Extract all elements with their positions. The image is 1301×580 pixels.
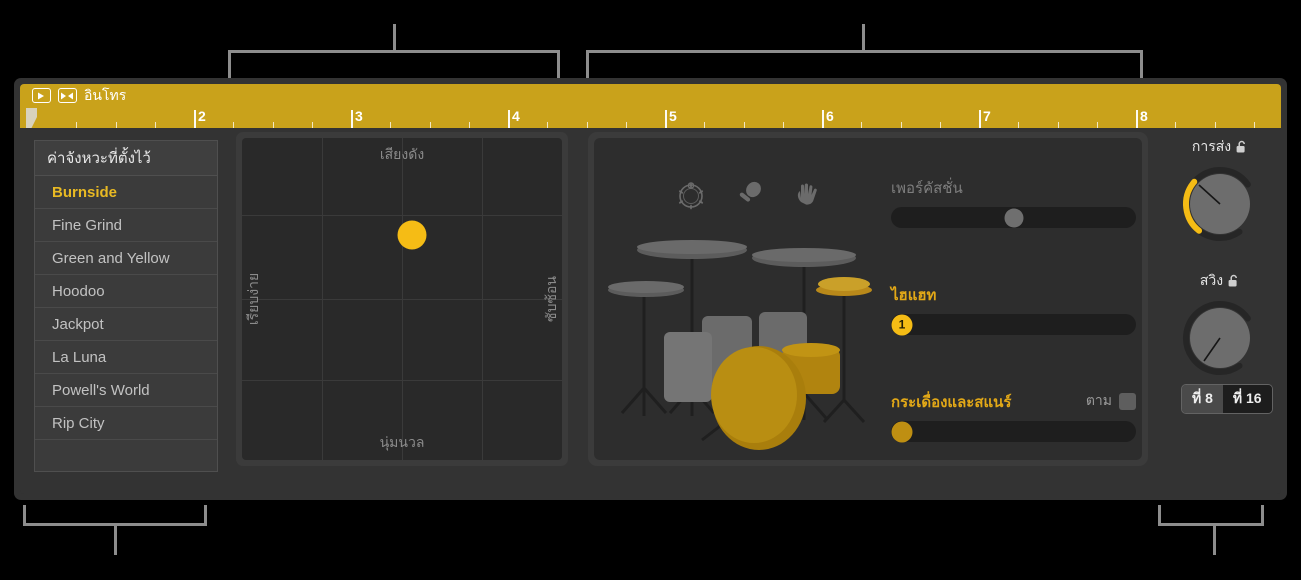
note-division-segmented-control: ที่ 8 ที่ 16 [1181, 384, 1273, 414]
ruler-tick-major [508, 110, 510, 128]
ruler-bar-number: 7 [983, 108, 991, 124]
ruler-bar-number: 4 [512, 108, 520, 124]
callout-stem-top-left [393, 24, 396, 52]
ruler-bar-number: 8 [1140, 108, 1148, 124]
preset-list-panel: ค่าจังหวะที่ตั้งไว้ Burnside Fine Grind Gr… [34, 140, 218, 472]
xy-label-right: ซับซ้อน [543, 276, 559, 322]
follow-label: ตาม [1085, 392, 1112, 408]
preset-item[interactable]: Rip City [35, 407, 217, 440]
preset-list-header: ค่าจังหวะที่ตั้งไว้ [35, 141, 217, 176]
slider-thumb-kick-snare[interactable] [891, 421, 913, 442]
callout-bar-bottom-right [1158, 523, 1264, 526]
follow-toggle-group: ตาม [1086, 390, 1136, 412]
unlock-icon[interactable] [1236, 140, 1248, 154]
xy-pad-grid[interactable]: เสียงดัง นุ่มนวล เรียบง่าย ซับซ้อน [242, 138, 562, 460]
ruler-tick-major [351, 110, 353, 128]
ruler-bar-number: 2 [198, 108, 206, 124]
xy-gridline-h [242, 379, 562, 381]
timeline-ruler[interactable]: 2 3 4 5 6 7 8 [20, 108, 1281, 128]
region-title: อินโทร [84, 87, 127, 103]
unlock-icon[interactable] [1228, 274, 1240, 288]
callout-tick-bottom-left-b [204, 505, 207, 524]
knob-label-send-text: การส่ง [1191, 138, 1232, 154]
callout-tick-top-right-a [586, 50, 589, 78]
xy-pad-puck[interactable] [397, 220, 427, 250]
xy-gridline-h [242, 299, 562, 300]
knob-swing[interactable] [1168, 299, 1272, 377]
knob-group-send: การส่ง [1168, 136, 1272, 243]
xy-pad-panel[interactable]: เสียงดัง นุ่มนวล เรียบง่าย ซับซ้อน [236, 132, 568, 466]
preset-item[interactable]: Hoodoo [35, 275, 217, 308]
callout-bar-top-right [586, 50, 1143, 53]
slider-hihat[interactable]: 1 [891, 314, 1136, 335]
region-header-top: อินโทร [20, 84, 1281, 108]
ruler-bar-number: 3 [355, 108, 363, 124]
xy-label-top: เสียงดัง [379, 146, 425, 162]
play-icon[interactable] [32, 88, 51, 103]
ruler-tick-major [822, 110, 824, 128]
control-hihat: ไฮแฮท 1 [891, 283, 1136, 335]
knob-panel: การส่ง สวิง ที่ 8 ที่ 16 [1168, 132, 1273, 466]
slider-kick-snare[interactable] [891, 421, 1136, 442]
segment-option[interactable]: ที่ 16 [1222, 385, 1272, 413]
drum-kit-inner: เพอร์คัสชั่น ไฮแฮท 1 กระเดื่องและสแนร์ ต… [594, 138, 1142, 460]
preset-item[interactable]: La Luna [35, 341, 217, 374]
region-marker-icon[interactable] [58, 88, 77, 103]
callout-tick-top-left-b [557, 50, 560, 78]
plugin-body: ค่าจังหวะที่ตั้งไว้ Burnside Fine Grind Gr… [20, 128, 1281, 494]
screenshot-root: อินโทร 2 3 4 5 6 7 8 ค่าจังหวะที่ตั้งไว้ Burns… [0, 0, 1301, 580]
tambourine-icon[interactable] [676, 180, 706, 215]
drum-kit-illustration[interactable] [604, 228, 884, 460]
ruler-bar-number: 5 [669, 108, 677, 124]
callout-tick-top-left-a [228, 50, 231, 78]
preset-item[interactable]: Jackpot [35, 308, 217, 341]
knob-send[interactable] [1168, 165, 1272, 243]
callout-bar-top-left [228, 50, 560, 53]
knob-label-send: การส่ง [1168, 136, 1272, 158]
ruler-tick-major [194, 110, 196, 128]
percussion-icon-row [676, 180, 822, 215]
knob-label-swing: สวิง [1168, 270, 1272, 292]
callout-stem-bottom-left [114, 523, 117, 555]
control-percussion: เพอร์คัสชั่น [891, 176, 1136, 228]
callout-tick-bottom-right-b [1261, 505, 1264, 524]
control-label-hihat: ไฮแฮท [891, 287, 937, 304]
ruler-tick-major [665, 110, 667, 128]
control-kick-snare: กระเดื่องและสแนร์ ตาม [891, 390, 1136, 442]
follow-checkbox[interactable] [1119, 392, 1136, 410]
callout-stem-top-right [862, 24, 865, 52]
xy-label-left: เรียบง่าย [245, 272, 261, 326]
segment-option[interactable]: ที่ 8 [1182, 385, 1223, 413]
preset-item[interactable]: Fine Grind [35, 209, 217, 242]
slider-percussion[interactable] [891, 207, 1136, 228]
callout-tick-bottom-right-a [1158, 505, 1161, 524]
xy-label-bottom: นุ่มนวล [379, 434, 425, 450]
drummer-plugin-window: อินโทร 2 3 4 5 6 7 8 ค่าจังหวะที่ตั้งไว้ Burns… [14, 78, 1287, 500]
preset-list-items: Burnside Fine Grind Green and Yellow Hoodoo… [35, 176, 217, 471]
callout-stem-bottom-right [1213, 523, 1216, 555]
ruler-tick-major [1136, 110, 1138, 128]
callout-tick-top-right-b [1140, 50, 1143, 78]
region-header-bar: อินโทร 2 3 4 5 6 7 8 [20, 84, 1281, 128]
preset-item[interactable]: Burnside [35, 176, 217, 209]
ruler-tick-major [979, 110, 981, 128]
callout-tick-bottom-left-a [23, 505, 26, 524]
drum-kit-panel: เพอร์คัสชั่น ไฮแฮท 1 กระเดื่องและสแนร์ ต… [588, 132, 1148, 466]
maraca-icon[interactable] [734, 180, 764, 215]
knob-label-swing-text: สวิง [1199, 272, 1224, 288]
slider-thumb-percussion[interactable] [1004, 208, 1023, 227]
ruler-bar-number: 6 [826, 108, 834, 124]
clap-hand-icon[interactable] [792, 180, 822, 215]
slider-thumb-hihat[interactable]: 1 [891, 314, 913, 335]
preset-item[interactable]: Powell's World [35, 374, 217, 407]
knob-group-swing: สวิง [1168, 270, 1272, 377]
xy-gridline-h [242, 215, 562, 217]
control-label-percussion: เพอร์คัสชั่น [891, 180, 963, 197]
preset-item[interactable]: Green and Yellow [35, 242, 217, 275]
preset-item-empty [35, 440, 217, 471]
